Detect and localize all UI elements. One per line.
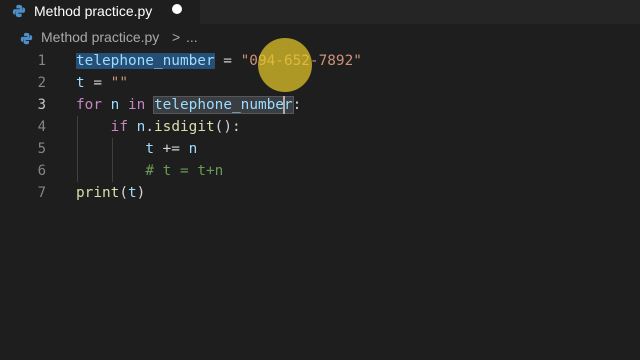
line-number: 7 <box>37 185 46 201</box>
python-file-icon <box>12 4 26 18</box>
code-token: if <box>110 119 128 135</box>
code-line[interactable]: 7 print(t) <box>0 182 640 204</box>
code-text: t += n <box>76 138 197 160</box>
editor-window: Method practice.py Method practice.py > … <box>0 0 640 360</box>
code-token: ) <box>136 185 146 201</box>
code-text: if n.isdigit(): <box>76 116 241 138</box>
code-token: (): <box>214 119 241 135</box>
line-number: 5 <box>37 141 46 157</box>
code-token: for <box>76 97 102 113</box>
code-token: t <box>128 185 137 201</box>
code-line[interactable]: 4 if n.isdigit(): <box>0 116 640 138</box>
code-text: # t = t+n <box>76 160 223 182</box>
breadcrumb: Method practice.py > ... <box>0 24 640 52</box>
code-token: "" <box>110 75 128 91</box>
code-line[interactable]: 2 t = "" <box>0 72 640 94</box>
code-text: print(t) <box>76 182 145 204</box>
code-token: in <box>128 97 146 113</box>
tab-bar: Method practice.py <box>0 0 640 24</box>
code-token: t <box>145 141 154 157</box>
code-text: for n in telephone_number: <box>76 94 301 116</box>
breadcrumb-more[interactable]: ... <box>186 29 198 45</box>
code-token: telephone_number <box>153 96 294 114</box>
tab-label: Method practice.py <box>34 3 153 19</box>
line-number: 1 <box>37 53 46 69</box>
code-editor[interactable]: 1 telephone_number = "094-652-7892" 2 t = "… <box>0 50 640 360</box>
code-text: telephone_number = "094-652-7892" <box>76 50 362 72</box>
line-number: 2 <box>37 75 46 91</box>
breadcrumb-file[interactable]: Method practice.py <box>41 29 159 45</box>
breadcrumb-separator: > <box>172 29 181 45</box>
code-token: isdigit <box>154 119 215 135</box>
code-token: = <box>84 75 111 91</box>
text-cursor <box>283 96 285 114</box>
code-token: n <box>188 141 198 157</box>
tab-method-practice[interactable]: Method practice.py <box>0 0 200 24</box>
code-line[interactable]: 6 # t = t+n <box>0 160 640 182</box>
unsaved-dot-icon[interactable] <box>172 4 182 14</box>
code-token: = <box>214 53 241 69</box>
code-token: print <box>76 185 120 201</box>
code-line[interactable]: 1 telephone_number = "094-652-7892" <box>0 50 640 72</box>
line-number: 6 <box>37 163 46 179</box>
code-line[interactable]: 5 t += n <box>0 138 640 160</box>
line-number: 3 <box>37 97 46 113</box>
code-token: # t = t+n <box>145 163 224 179</box>
code-token: telephone_number <box>76 53 215 69</box>
code-token: "094-652-7892" <box>240 53 362 69</box>
code-token: ( <box>119 185 128 201</box>
line-number: 4 <box>37 119 46 135</box>
code-token: += <box>153 141 189 157</box>
code-token: . <box>145 119 154 135</box>
code-token: : <box>292 97 302 113</box>
code-line[interactable]: 3 for n in telephone_number: <box>0 94 640 116</box>
code-token: t <box>76 75 85 91</box>
python-file-icon <box>20 32 33 45</box>
code-text: t = "" <box>76 72 128 94</box>
